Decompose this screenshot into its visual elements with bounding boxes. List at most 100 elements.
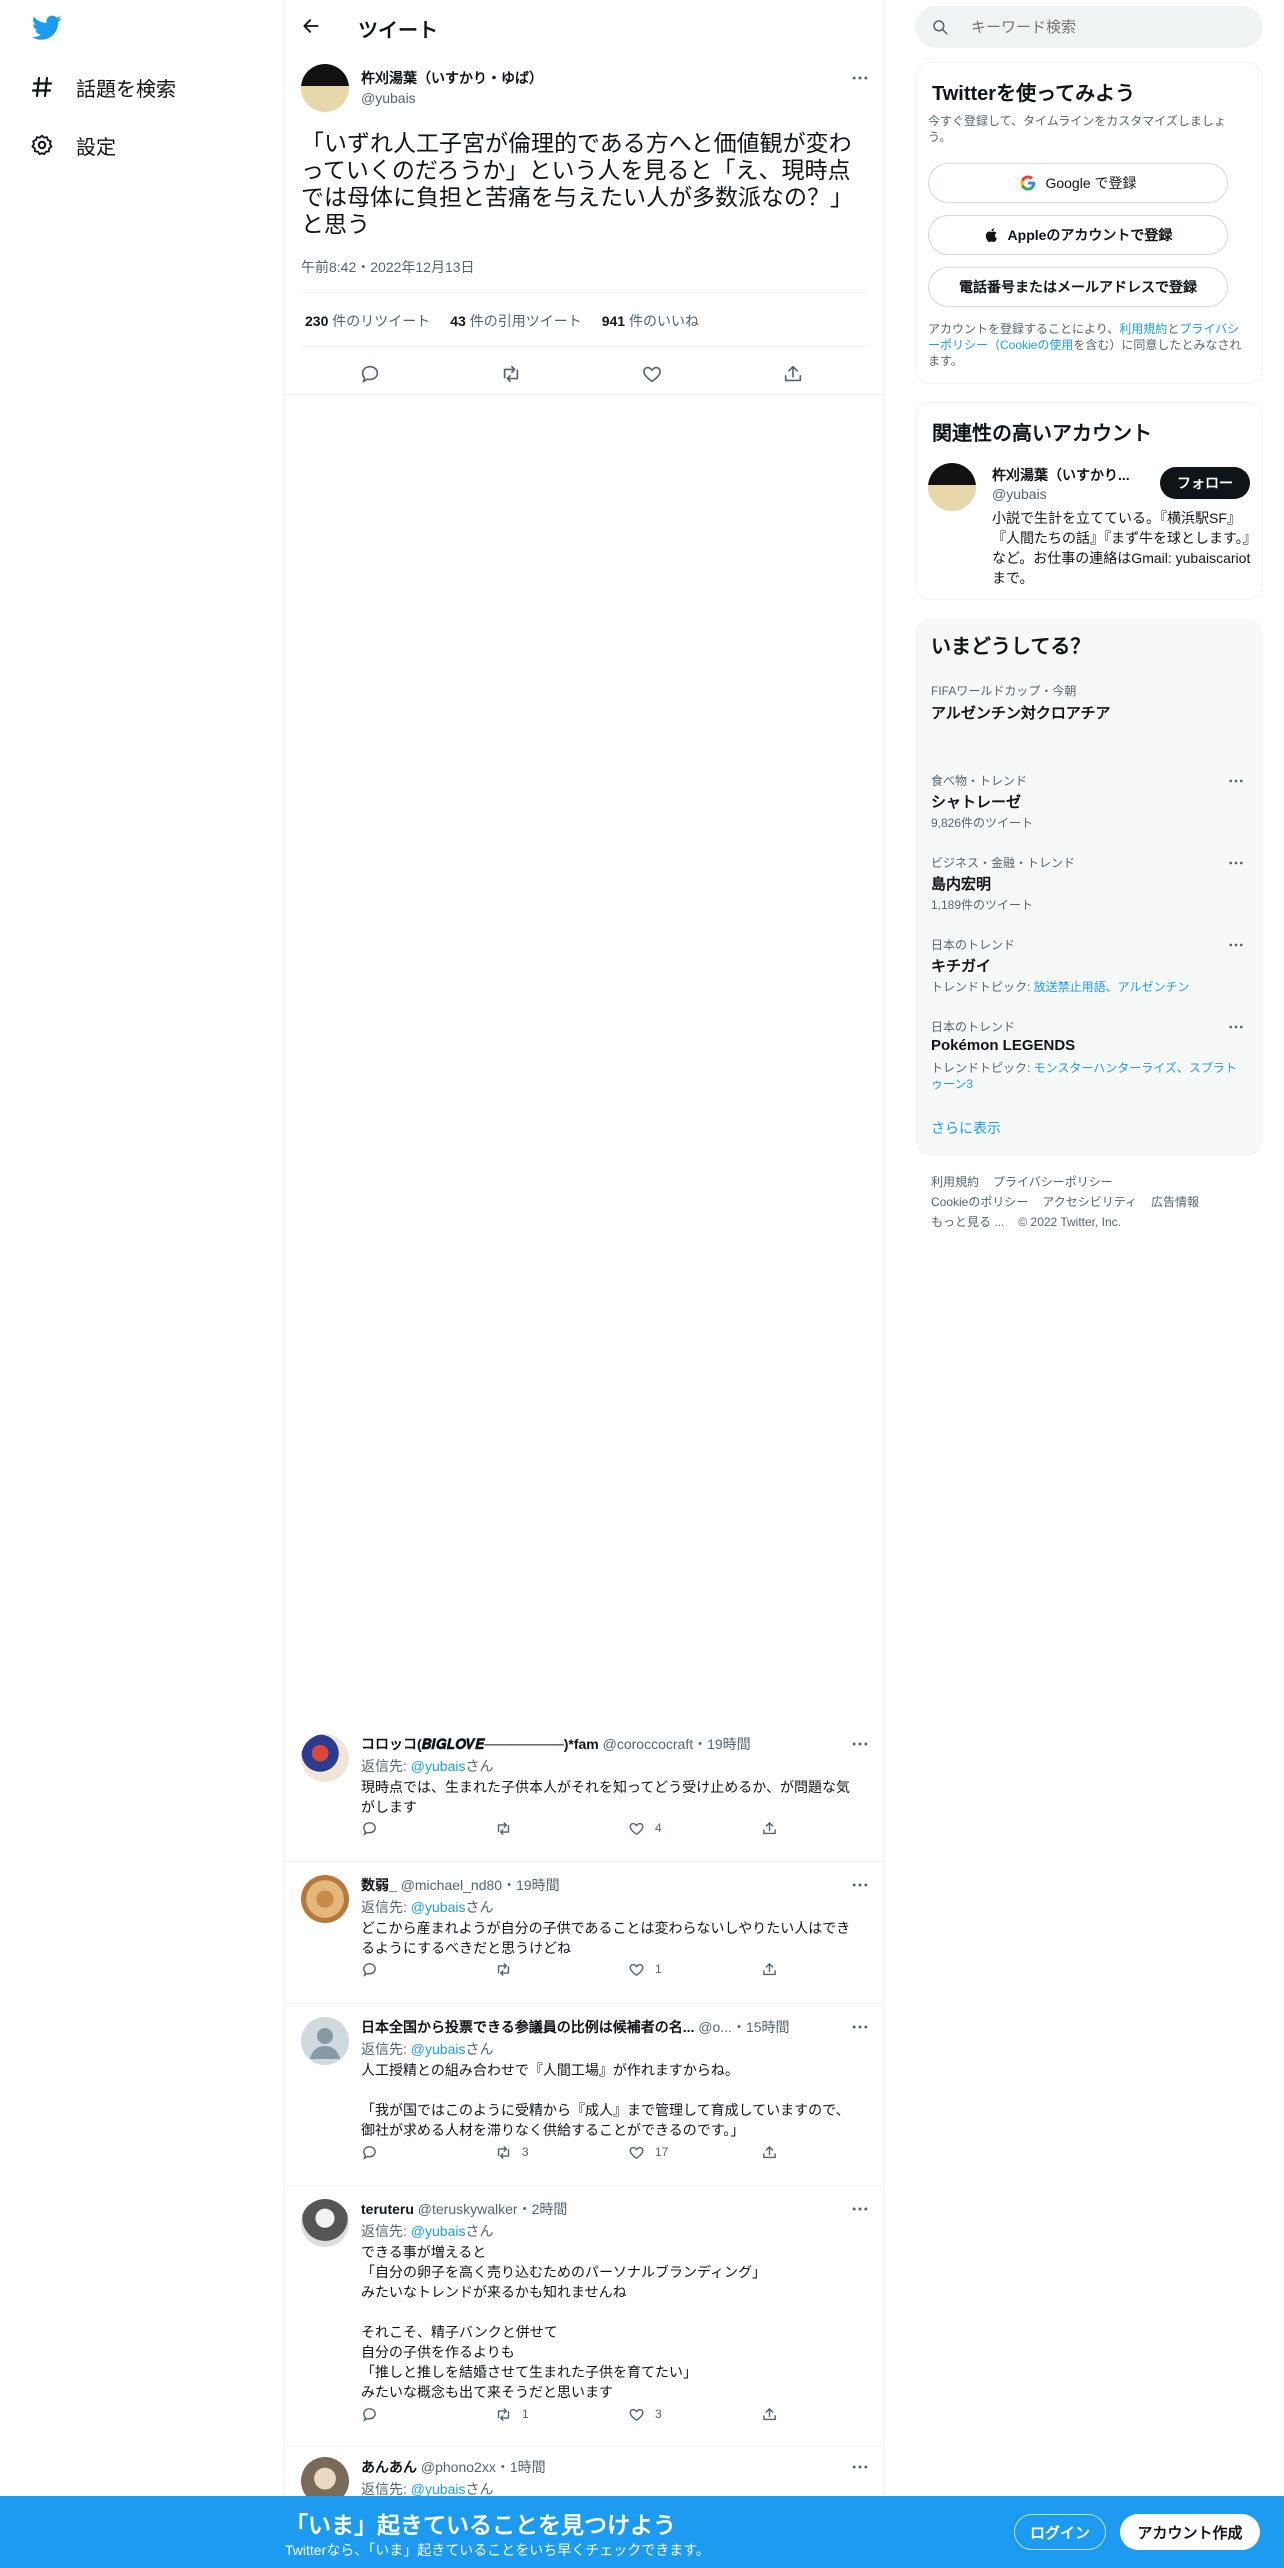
more-options-icon[interactable] [1227,772,1245,790]
more-options-icon[interactable] [1227,936,1245,954]
share-button[interactable] [761,1820,778,1837]
apple-signup-button[interactable]: Appleのアカウントで登録 [928,215,1228,255]
retweet-button[interactable]: 3 [495,2144,529,2161]
reply-author-name[interactable]: あんあん [361,2459,417,2475]
more-options-icon[interactable] [850,1734,870,1754]
reply-avatar[interactable] [301,1875,349,1923]
retweet-button[interactable]: 1 [495,2406,529,2423]
reply-author-name[interactable]: teruteru [361,2201,414,2217]
more-options-icon[interactable] [850,1875,870,1895]
google-signup-button[interactable]: Google で登録 [928,163,1228,203]
related-bio: 小説で生計を立てている。『横浜駅SF』『人間たちの話』『まず牛を球とします。』な… [992,510,1251,586]
reply-button[interactable] [361,1961,388,1978]
like-button[interactable]: 3 [628,2406,662,2423]
reply-author-handle[interactable]: @coroccocraft [603,1736,693,1752]
like-button[interactable]: 4 [628,1820,662,1837]
like-icon[interactable] [641,363,663,385]
retweet-icon[interactable] [500,363,522,385]
share-button[interactable] [761,1961,778,1978]
more-options-icon[interactable] [850,2199,870,2219]
related-handle[interactable]: @yubais [992,486,1047,502]
trend-item[interactable]: 日本のトレンド キチガイ トレンドトピック: 放送禁止用語、アルゼンチン [915,924,1263,1006]
share-icon[interactable] [782,363,804,385]
reply-author-name[interactable]: コロッコ(𝑩𝑰𝑮𝑳𝑶𝑽𝑬────────)*fam [361,1736,599,1752]
phone-email-signup-button[interactable]: 電話番号またはメールアドレスで登録 [928,267,1228,307]
twitter-logo-icon[interactable] [32,15,62,41]
reply-author-name[interactable]: 日本全国から投票できる参議員の比例は候補者の名... [361,2019,694,2035]
retweets-stat[interactable]: 230 件のリツイート [305,311,430,331]
gear-icon [30,133,54,157]
related-avatar[interactable] [928,463,976,511]
retweet-button[interactable] [495,1961,522,1978]
reply-author-handle[interactable]: @michael_nd80 [401,1877,502,1893]
reply-author-name[interactable]: 数弱_ [361,1877,397,1893]
reply-avatar[interactable] [301,2457,349,2500]
reply-author-handle[interactable]: @phono2xx [421,2459,496,2475]
share-button[interactable] [761,2144,778,2161]
likes-stat[interactable]: 941 件のいいね [602,311,699,331]
reply-tweet[interactable]: あんあん @phono2xx・1時間 返信先: @yubaisさん [285,2448,884,2500]
follow-button[interactable]: フォロー [1160,467,1250,499]
author-avatar[interactable] [301,64,349,112]
author-handle[interactable]: @yubais [361,90,416,106]
reply-avatar[interactable] [301,1734,349,1782]
footer-cookie-link[interactable]: Cookieのポリシー [931,1192,1028,1212]
reply-tweet[interactable]: teruteru @teruskywalker・2時間 返信先: @yubais… [285,2187,884,2447]
reply-icon [363,1962,376,1977]
reply-tweet[interactable]: 日本全国から投票できる参議員の比例は候補者の名... @o...・15時間 返信… [285,2005,884,2186]
show-more-link[interactable]: さらに表示 [931,1118,1001,1138]
nav-explore-label: 話題を検索 [76,78,176,101]
trend-item[interactable]: 食べ物・トレンド シャトレーゼ 9,826件のツイート [915,760,1263,842]
search-box[interactable] [915,6,1263,48]
reply-text: できる事が増えると 「自分の卵子を高く売り込むためのパーソナルブランディング」 … [361,2244,767,2400]
reply-time[interactable]: ・2時間 [518,2201,568,2217]
login-button[interactable]: ログイン [1014,2514,1106,2550]
trend-item[interactable]: ビジネス・金融・トレンド 島内宏明 1,189件のツイート [915,842,1263,924]
divider [301,346,868,347]
like-icon [629,2146,644,2159]
reply-time[interactable]: ・19時間 [502,1877,560,1893]
like-button[interactable]: 1 [628,1961,662,1978]
reply-avatar[interactable] [301,2199,349,2247]
reply-tweet[interactable]: コロッコ(𝑩𝑰𝑮𝑳𝑶𝑽𝑬────────)*fam @coroccocraft・… [285,1722,884,1862]
reply-time[interactable]: ・15時間 [732,2019,790,2035]
reply-time[interactable]: ・19時間 [693,1736,751,1752]
more-options-icon[interactable] [850,2457,870,2477]
reply-button[interactable] [361,2144,388,2161]
reply-time[interactable]: ・1時間 [496,2459,546,2475]
related-name[interactable]: 杵刈湯葉（いすかり... [992,465,1142,485]
more-options-icon[interactable] [850,2017,870,2037]
default-avatar-icon[interactable] [301,2017,349,2065]
search-input[interactable] [971,6,1251,48]
nav-settings[interactable]: 設定 [30,120,116,170]
trend-item[interactable]: 日本のトレンド Pokémon LEGENDS トレンドトピック: モンスターハ… [915,1006,1263,1106]
footer-terms-link[interactable]: 利用規約 [931,1172,979,1192]
trend-item[interactable]: FIFAワールドカップ・今朝 アルゼンチン対クロアチア [915,670,1263,750]
reply-icon[interactable] [359,363,381,385]
share-button[interactable] [761,2406,778,2423]
quotes-stat[interactable]: 43 件の引用ツイート [450,311,581,331]
footer-accessibility-link[interactable]: アクセシビリティ [1042,1192,1137,1212]
retweet-button[interactable] [495,1820,522,1837]
footer-privacy-link[interactable]: プライバシーポリシー [993,1172,1113,1192]
trend-topics: トレンドトピック: 放送禁止用語、アルゼンチン [931,980,1190,994]
reply-author-handle[interactable]: @teruskywalker [418,2201,518,2217]
reply-button[interactable] [361,1820,388,1837]
footer-more-link[interactable]: もっと見る ... [931,1212,1004,1232]
more-options-icon[interactable] [1227,854,1245,872]
create-account-button[interactable]: アカウント作成 [1120,2514,1260,2550]
nav-explore[interactable]: 話題を検索 [30,62,176,112]
more-options-icon[interactable] [850,68,870,88]
like-button[interactable]: 17 [628,2144,668,2161]
reply-author-handle[interactable]: @o... [698,2019,732,2035]
more-options-icon[interactable] [1227,1018,1245,1036]
replying-to: 返信先: @yubaisさん [361,1899,494,1915]
back-arrow-icon[interactable] [301,16,321,36]
retweet-icon [497,2407,510,2421]
reply-tweet[interactable]: 数弱_ @michael_nd80・19時間 返信先: @yubaisさん どこ… [285,1863,884,2004]
footer-ads-link[interactable]: 広告情報 [1151,1192,1199,1212]
reply-icon [363,2145,376,2160]
reply-button[interactable] [361,2406,388,2423]
author-name[interactable]: 杵刈湯葉（いすかり・ゆば） [361,68,543,88]
tweet-timestamp[interactable]: 午前8:42・2022年12月13日 [301,257,475,277]
